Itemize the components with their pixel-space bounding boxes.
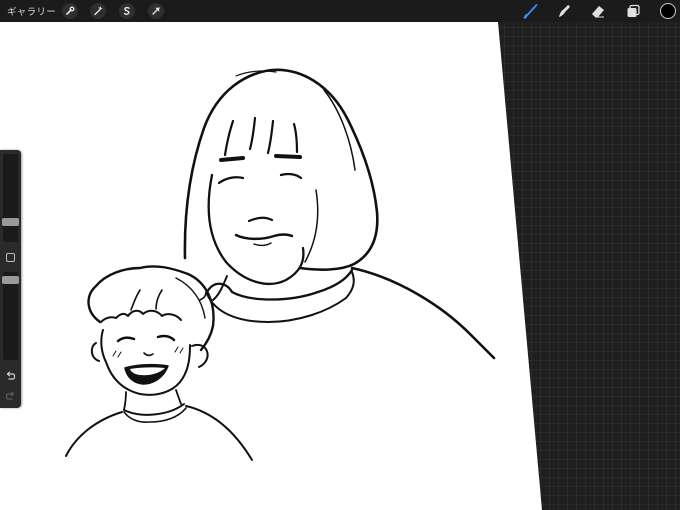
selection-button[interactable] bbox=[118, 0, 136, 22]
redo-button[interactable] bbox=[4, 388, 17, 401]
brush-size-slider[interactable] bbox=[2, 154, 19, 242]
opacity-slider[interactable] bbox=[2, 272, 19, 360]
adult-eyebrow-left bbox=[219, 156, 245, 162]
transform-arrow-icon bbox=[152, 7, 160, 15]
adjustments-wand-icon bbox=[94, 6, 103, 16]
brush-icon bbox=[523, 4, 538, 19]
smudge-icon bbox=[559, 5, 570, 17]
brush-button[interactable] bbox=[521, 0, 541, 22]
eraser-icon bbox=[592, 6, 604, 18]
selection-s-icon bbox=[123, 6, 130, 15]
transform-button[interactable] bbox=[147, 0, 165, 22]
opacity-slider-thumb[interactable] bbox=[2, 276, 19, 284]
drawing-canvas[interactable] bbox=[0, 0, 680, 510]
smudge-button[interactable] bbox=[554, 0, 574, 22]
layers-icon bbox=[627, 4, 640, 17]
redo-icon bbox=[5, 391, 15, 400]
gallery-button[interactable]: ギャラリー bbox=[7, 0, 56, 22]
adult-eyebrow-right bbox=[274, 154, 302, 159]
square-icon bbox=[6, 253, 15, 262]
eraser-button[interactable] bbox=[588, 0, 608, 22]
color-button[interactable] bbox=[658, 0, 678, 22]
layers-button[interactable] bbox=[623, 0, 643, 22]
left-sidebar bbox=[0, 150, 21, 408]
color-swatch bbox=[660, 3, 676, 19]
undo-icon bbox=[6, 371, 16, 380]
top-toolbar: ギャラリー bbox=[0, 0, 680, 22]
canvas-paper bbox=[0, 22, 542, 510]
brush-size-slider-thumb[interactable] bbox=[2, 218, 19, 226]
actions-button[interactable] bbox=[61, 0, 79, 22]
modify-button[interactable] bbox=[5, 252, 16, 263]
actions-wrench-icon bbox=[66, 6, 75, 15]
adjustments-button[interactable] bbox=[89, 0, 107, 22]
undo-button[interactable] bbox=[4, 368, 17, 381]
